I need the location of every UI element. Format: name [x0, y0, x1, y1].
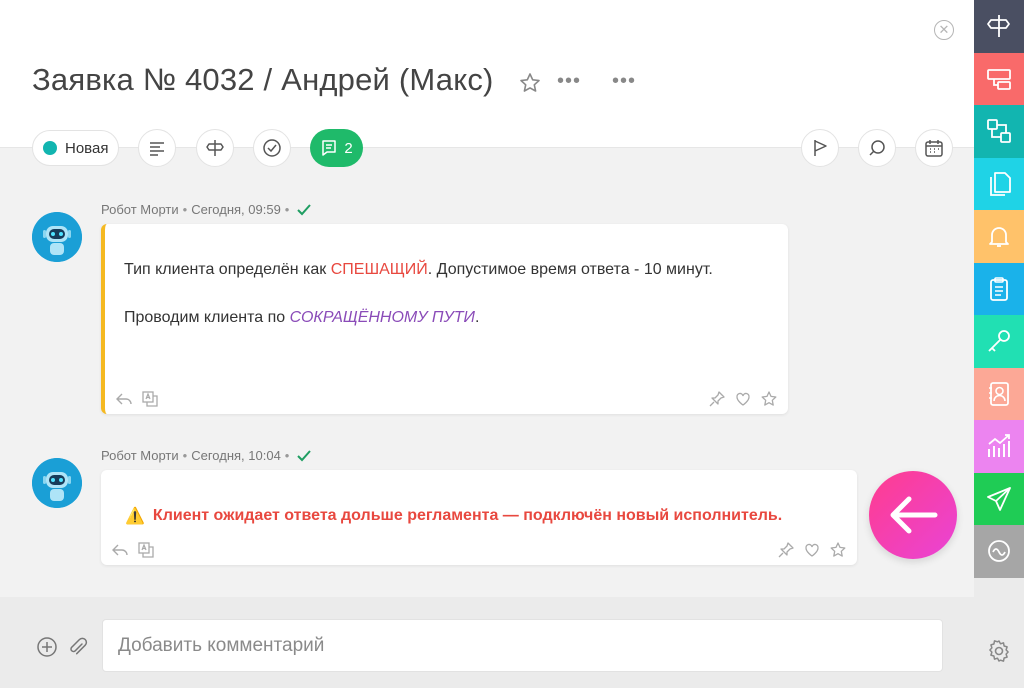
- sidebar-item-structure[interactable]: [974, 105, 1024, 158]
- comment-icon: [322, 140, 337, 156]
- message-meta: Робот Морти • Сегодня, 10:04 •: [101, 448, 312, 463]
- sidebar-item-layers[interactable]: [974, 52, 1024, 105]
- close-button[interactable]: ✕: [934, 20, 954, 40]
- comments-count: 2: [344, 139, 353, 157]
- sidebar-item-notifications[interactable]: [974, 210, 1024, 263]
- contact-icon: [989, 381, 1009, 406]
- clipboard-icon: [990, 276, 1008, 301]
- main-panel: ✕ Заявка № 4032 / Андрей (Макс) ••• ••• …: [0, 0, 974, 688]
- route-button[interactable]: [196, 129, 234, 167]
- favorite-star-icon[interactable]: [518, 71, 542, 95]
- message-author: Робот Морти: [101, 202, 179, 217]
- read-check-icon: [297, 203, 312, 215]
- extra-menu-button[interactable]: •••: [612, 70, 636, 93]
- path-highlight: СОКРАЩЁННОМУ ПУТИ: [289, 309, 475, 326]
- page-title: Заявка № 4032 / Андрей (Макс): [32, 62, 494, 97]
- documents-icon: [990, 171, 1011, 196]
- meta-separator: •: [284, 202, 290, 217]
- star-icon[interactable]: [760, 390, 778, 408]
- search-button[interactable]: [858, 129, 896, 167]
- message-author: Робот Морти: [101, 448, 179, 463]
- add-circle-icon[interactable]: [36, 636, 58, 658]
- meta-separator: •: [182, 202, 188, 217]
- header: ✕ Заявка № 4032 / Андрей (Макс) ••• ••• …: [0, 0, 974, 167]
- back-fab-button[interactable]: [869, 471, 957, 559]
- comment-input[interactable]: [102, 619, 943, 672]
- description-button[interactable]: [138, 129, 176, 167]
- heart-icon[interactable]: [803, 541, 821, 559]
- signpost-icon: [987, 15, 1010, 38]
- checklist-button[interactable]: [253, 129, 291, 167]
- sidebar-item-analytics[interactable]: [974, 420, 1024, 473]
- warning-text: Клиент ожидает ответа дольше регламента …: [152, 507, 783, 524]
- meta-separator: •: [182, 448, 188, 463]
- meta-separator: •: [284, 448, 290, 463]
- settings-gear-icon[interactable]: [987, 639, 1011, 663]
- calendar-icon: [925, 140, 943, 157]
- paperclip-icon[interactable]: [66, 636, 88, 658]
- pin-icon[interactable]: [777, 541, 795, 559]
- translate-icon[interactable]: [137, 541, 155, 559]
- message-meta: Робот Морти • Сегодня, 09:59 •: [101, 202, 312, 217]
- sidebar-item-keys[interactable]: [974, 315, 1024, 368]
- layers-icon: [987, 68, 1011, 90]
- status-dot: [43, 141, 57, 155]
- bell-icon: [989, 227, 1009, 248]
- sidebar-item-send[interactable]: [974, 472, 1024, 525]
- calendar-button[interactable]: [915, 129, 953, 167]
- status-pill[interactable]: Новая: [32, 130, 120, 166]
- flag-button[interactable]: [801, 129, 839, 167]
- search-icon: [869, 140, 885, 156]
- sidebar-item-contacts[interactable]: [974, 367, 1024, 420]
- structure-icon: [987, 119, 1011, 144]
- wave-icon: [988, 540, 1010, 563]
- sidebar-item-documents[interactable]: [974, 157, 1024, 210]
- check-circle-icon: [263, 139, 281, 157]
- warning-message: ⚠️ Клиент ожидает ответа дольше регламен…: [125, 506, 782, 526]
- robot-avatar: [32, 458, 82, 508]
- read-check-icon: [297, 449, 312, 461]
- arrow-left-icon: [890, 496, 938, 534]
- message-time: Сегодня, 10:04: [191, 448, 281, 463]
- status-label: Новая: [65, 139, 109, 157]
- star-icon[interactable]: [829, 541, 847, 559]
- send-icon: [987, 486, 1011, 511]
- client-type-highlight: СПЕШАЩИЙ: [330, 261, 428, 278]
- translate-icon[interactable]: [141, 390, 159, 408]
- warning-icon: ⚠️: [125, 508, 145, 525]
- signpost-icon: [206, 140, 224, 156]
- sidebar-item-clipboard[interactable]: [974, 262, 1024, 315]
- message-line: Тип клиента определён как СПЕШАЩИЙ. Допу…: [124, 261, 713, 278]
- message-time: Сегодня, 09:59: [191, 202, 281, 217]
- pin-icon[interactable]: [708, 390, 726, 408]
- key-icon: [988, 330, 1010, 352]
- message-card: Тип клиента определён как СПЕШАЩИЙ. Допу…: [101, 224, 788, 414]
- sidebar-item-activity[interactable]: [974, 525, 1024, 578]
- message-line: Проводим клиента по СОКРАЩЁННОМУ ПУТИ.: [124, 309, 480, 326]
- text-lines-icon: [150, 142, 164, 156]
- right-sidebar: [974, 0, 1024, 688]
- more-menu-button[interactable]: •••: [557, 70, 581, 93]
- message-card: ⚠️ Клиент ожидает ответа дольше регламен…: [101, 470, 857, 565]
- heart-icon[interactable]: [734, 390, 752, 408]
- sidebar-item-route[interactable]: [974, 0, 1024, 53]
- reply-icon[interactable]: [115, 390, 133, 408]
- comments-tab[interactable]: 2: [310, 129, 363, 167]
- chart-icon: [988, 434, 1010, 458]
- flag-icon: [814, 140, 827, 156]
- reply-icon[interactable]: [111, 541, 129, 559]
- robot-avatar: [32, 212, 82, 262]
